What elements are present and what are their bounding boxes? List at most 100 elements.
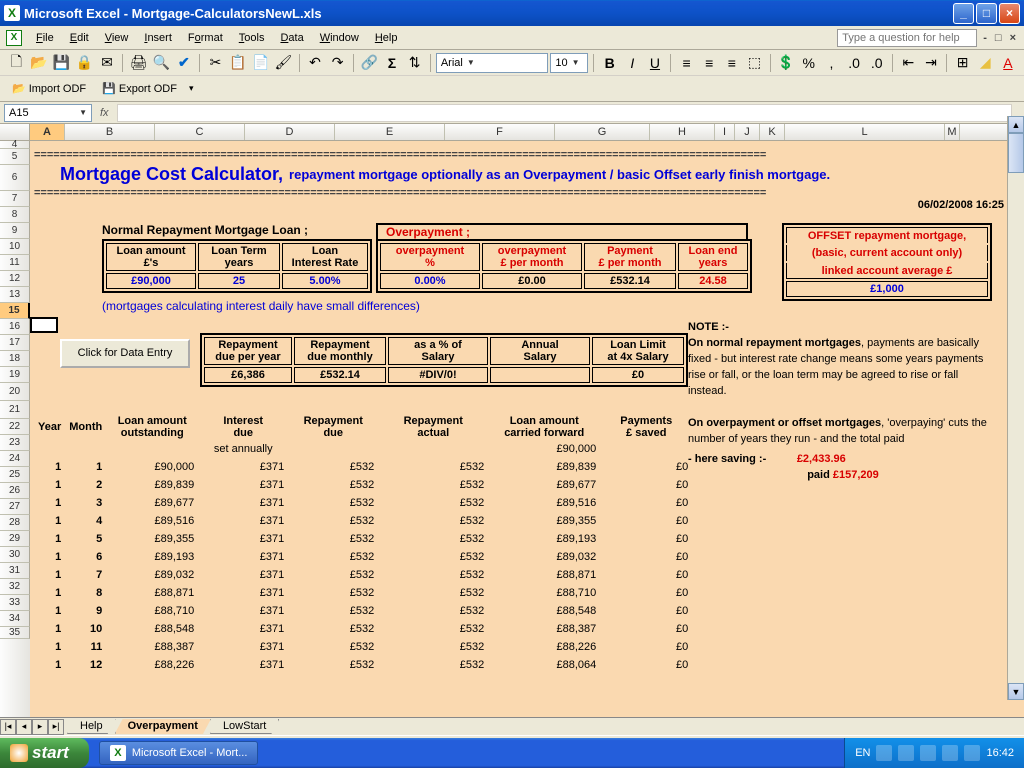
row-header[interactable]: 27 xyxy=(0,499,30,515)
autosum-icon[interactable]: Σ xyxy=(382,52,403,74)
menu-data[interactable]: Data xyxy=(272,30,311,46)
export-odf-button[interactable]: 💾Export ODF xyxy=(96,80,183,97)
increase-decimal-icon[interactable]: .0 xyxy=(844,52,865,74)
column-header[interactable]: D xyxy=(245,124,335,140)
row-header[interactable]: 10 xyxy=(0,239,30,255)
column-header[interactable]: H xyxy=(650,124,715,140)
tab-prev-icon[interactable]: ◂ xyxy=(16,719,32,735)
row-header[interactable]: 30 xyxy=(0,547,30,563)
menu-format[interactable]: Format xyxy=(180,30,231,46)
menu-help[interactable]: Help xyxy=(367,30,406,46)
row-header[interactable]: 32 xyxy=(0,579,30,595)
cut-icon[interactable]: ✂ xyxy=(205,52,226,74)
bold-button[interactable]: B xyxy=(599,52,620,74)
row-header[interactable]: 21 xyxy=(0,401,30,419)
scroll-thumb[interactable] xyxy=(1008,133,1024,173)
column-header[interactable]: K xyxy=(760,124,785,140)
taskbar-item-excel[interactable]: XMicrosoft Excel - Mort... xyxy=(99,741,259,765)
row-header[interactable]: 26 xyxy=(0,483,30,499)
align-center-icon[interactable]: ≡ xyxy=(699,52,720,74)
new-icon[interactable]: 🗋 xyxy=(6,52,27,74)
chevron-down-icon[interactable]: ▼ xyxy=(467,58,475,67)
row-header[interactable]: 28 xyxy=(0,515,30,531)
network-icon[interactable] xyxy=(942,745,958,761)
row-header[interactable]: 6 xyxy=(0,165,30,191)
permission-icon[interactable]: 🔒 xyxy=(74,52,95,74)
underline-button[interactable]: U xyxy=(645,52,666,74)
row-header[interactable]: 7 xyxy=(0,191,30,207)
currency-icon[interactable]: 💲 xyxy=(776,52,797,74)
redo-icon[interactable]: ↷ xyxy=(327,52,348,74)
hyperlink-icon[interactable]: 🔗 xyxy=(359,52,380,74)
row-header[interactable]: 24 xyxy=(0,451,30,467)
fill-color-icon[interactable]: ◢ xyxy=(975,52,996,74)
row-header[interactable]: 17 xyxy=(0,335,30,351)
column-header[interactable]: L xyxy=(785,124,945,140)
menu-window[interactable]: Window xyxy=(312,30,367,46)
chevron-down-icon[interactable]: ▼ xyxy=(572,58,580,67)
email-icon[interactable]: ✉ xyxy=(97,52,118,74)
font-name-selector[interactable]: Arial▼ xyxy=(436,53,549,73)
language-indicator[interactable]: EN xyxy=(855,747,870,759)
row-header[interactable]: 20 xyxy=(0,383,30,401)
decrease-indent-icon[interactable]: ⇤ xyxy=(898,52,919,74)
mdi-restore-icon[interactable]: - xyxy=(981,32,989,44)
row-header[interactable]: 35 xyxy=(0,627,30,639)
antivirus-icon[interactable] xyxy=(964,745,980,761)
import-odf-button[interactable]: 📂Import ODF xyxy=(6,80,92,97)
data-entry-button[interactable]: Click for Data Entry xyxy=(60,339,190,368)
percent-icon[interactable]: % xyxy=(798,52,819,74)
borders-icon[interactable]: ⊞ xyxy=(952,52,973,74)
save-icon[interactable]: 💾 xyxy=(51,52,72,74)
open-icon[interactable]: 📂 xyxy=(29,52,50,74)
formula-input[interactable] xyxy=(117,104,1012,122)
mdi-close-icon[interactable]: × xyxy=(1008,32,1018,44)
row-header[interactable]: 15 xyxy=(0,303,30,319)
row-header[interactable]: 4 xyxy=(0,141,30,149)
sheet-tab-lowstart[interactable]: LowStart xyxy=(210,719,279,734)
column-header[interactable]: B xyxy=(65,124,155,140)
menu-file[interactable]: File xyxy=(28,30,62,46)
row-header[interactable]: 33 xyxy=(0,595,30,611)
menu-insert[interactable]: Insert xyxy=(136,30,180,46)
column-header[interactable]: I xyxy=(715,124,735,140)
help-search-input[interactable] xyxy=(837,29,977,47)
tab-first-icon[interactable]: |◂ xyxy=(0,719,16,735)
row-header[interactable]: 25 xyxy=(0,467,30,483)
row-header[interactable]: 8 xyxy=(0,207,30,223)
row-header[interactable]: 31 xyxy=(0,563,30,579)
print-icon[interactable]: 🖨 xyxy=(128,52,149,74)
row-header[interactable]: 9 xyxy=(0,223,30,239)
chevron-down-icon[interactable]: ▼ xyxy=(79,108,87,117)
column-header[interactable]: C xyxy=(155,124,245,140)
minimize-button[interactable]: _ xyxy=(953,3,974,24)
sheet-tab-help[interactable]: Help xyxy=(67,719,116,734)
increase-indent-icon[interactable]: ⇥ xyxy=(921,52,942,74)
volume-icon[interactable] xyxy=(920,745,936,761)
sort-icon[interactable]: ⇅ xyxy=(404,52,425,74)
sheet-tab-overpayment[interactable]: Overpayment xyxy=(115,719,211,734)
menu-tools[interactable]: Tools xyxy=(231,30,273,46)
scroll-down-icon[interactable]: ▼ xyxy=(1008,683,1024,700)
menu-edit[interactable]: Edit xyxy=(62,30,97,46)
row-header[interactable]: 11 xyxy=(0,255,30,271)
column-header[interactable]: E xyxy=(335,124,445,140)
selected-cell[interactable] xyxy=(30,317,58,333)
close-button[interactable]: × xyxy=(999,3,1020,24)
start-button[interactable]: start xyxy=(0,738,89,768)
row-header[interactable]: 19 xyxy=(0,367,30,383)
scroll-up-icon[interactable]: ▲ xyxy=(1008,116,1024,133)
maximize-button[interactable]: □ xyxy=(976,3,997,24)
font-color-icon[interactable]: A xyxy=(998,52,1019,74)
fx-icon[interactable]: fx xyxy=(100,107,109,119)
row-header[interactable]: 5 xyxy=(0,149,30,165)
row-header[interactable]: 13 xyxy=(0,287,30,303)
decrease-decimal-icon[interactable]: .0 xyxy=(866,52,887,74)
mdi-max-icon[interactable]: □ xyxy=(993,32,1004,44)
row-header[interactable]: 12 xyxy=(0,271,30,287)
copy-icon[interactable]: 📋 xyxy=(228,52,249,74)
row-header[interactable]: 29 xyxy=(0,531,30,547)
worksheet-grid[interactable]: ========================================… xyxy=(30,141,1024,717)
comma-icon[interactable]: , xyxy=(821,52,842,74)
spellcheck-icon[interactable]: ✔ xyxy=(174,52,195,74)
